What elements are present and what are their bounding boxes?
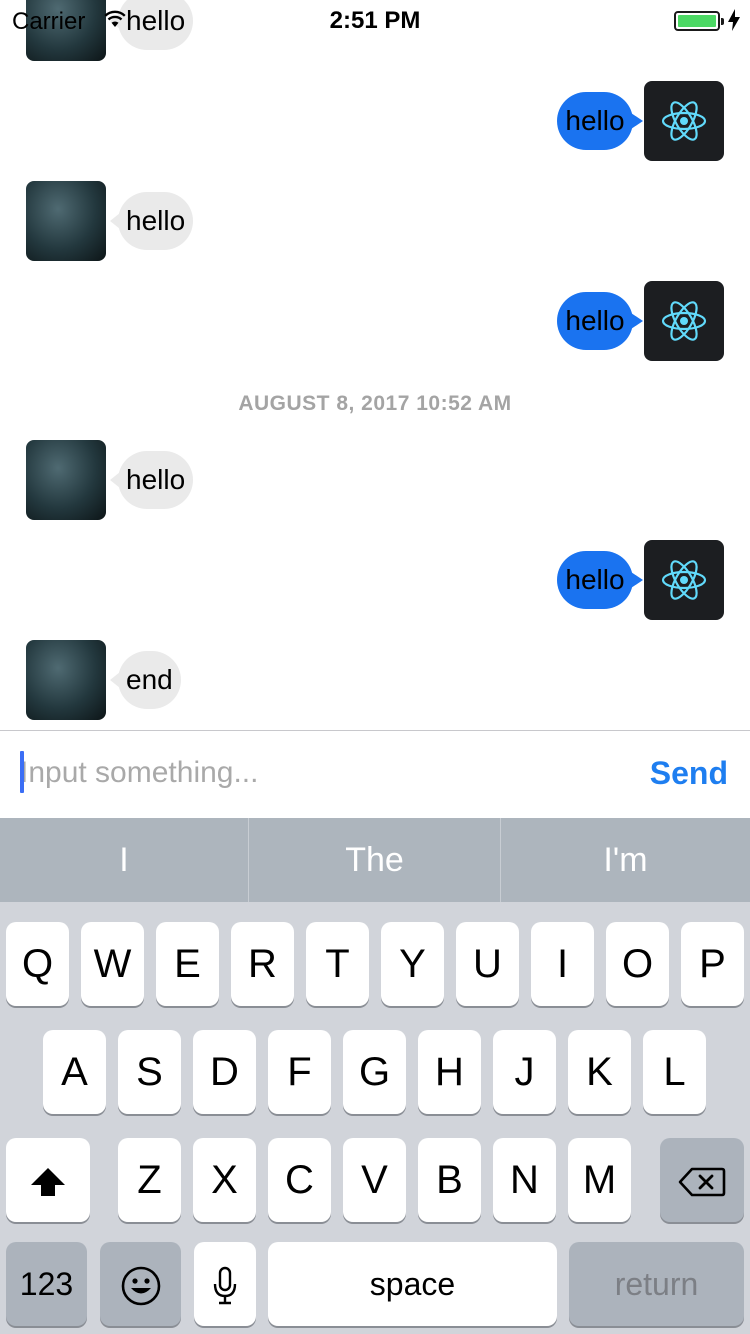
delete-key[interactable] <box>660 1138 744 1222</box>
key-z[interactable]: Z <box>118 1138 181 1222</box>
key-s[interactable]: S <box>118 1030 181 1114</box>
outgoing-message-bubble[interactable]: hello <box>557 551 643 609</box>
key-n[interactable]: N <box>493 1138 556 1222</box>
key-f[interactable]: F <box>268 1030 331 1114</box>
dictation-key[interactable] <box>194 1242 256 1326</box>
shift-key[interactable] <box>6 1138 90 1222</box>
key-h[interactable]: H <box>418 1030 481 1114</box>
key-d[interactable]: D <box>193 1030 256 1114</box>
key-l[interactable]: L <box>643 1030 706 1114</box>
outgoing-message-bubble[interactable]: hello <box>557 292 643 350</box>
key-b[interactable]: B <box>418 1138 481 1222</box>
delete-icon <box>678 1168 726 1197</box>
incoming-message-bubble[interactable]: hello <box>109 451 194 509</box>
key-k[interactable]: K <box>568 1030 631 1114</box>
key-r[interactable]: R <box>231 922 294 1006</box>
key-p[interactable]: P <box>681 922 744 1006</box>
microphone-icon <box>213 1267 237 1305</box>
message-timestamp: AUGUST 8, 2017 10:52 AM <box>238 392 512 415</box>
message-input[interactable] <box>20 747 620 799</box>
status-bar: Carrier 2:51 PM <box>0 0 750 40</box>
battery-icon <box>674 11 724 31</box>
key-g[interactable]: G <box>343 1030 406 1114</box>
prediction-suggestion[interactable]: I'm <box>501 818 750 902</box>
keyboard: I The I'm Q W E R T Y U I O P A S D F G … <box>0 818 750 1334</box>
key-w[interactable]: W <box>81 922 144 1006</box>
key-e[interactable]: E <box>156 922 219 1006</box>
incoming-message-bubble[interactable]: end <box>110 651 181 709</box>
key-q[interactable]: Q <box>6 922 69 1006</box>
shift-icon <box>31 1168 65 1197</box>
emoji-key[interactable] <box>100 1242 181 1326</box>
key-i[interactable]: I <box>531 922 594 1006</box>
key-v[interactable]: V <box>343 1138 406 1222</box>
predictive-text-bar: I The I'm <box>0 818 750 902</box>
chat-area[interactable]: hello hello hello hello AUGUST 8, 2017 1… <box>0 0 750 730</box>
react-logo-icon <box>661 560 707 600</box>
key-m[interactable]: M <box>568 1138 631 1222</box>
prediction-suggestion[interactable]: The <box>249 818 500 902</box>
key-y[interactable]: Y <box>381 922 444 1006</box>
charging-bolt-icon <box>728 9 740 31</box>
bot-avatar[interactable] <box>644 281 724 361</box>
space-key[interactable]: space <box>268 1242 557 1326</box>
key-x[interactable]: X <box>193 1138 256 1222</box>
emoji-icon <box>121 1267 160 1306</box>
outgoing-message-bubble[interactable]: hello <box>557 92 643 150</box>
react-logo-icon <box>661 301 707 341</box>
text-caret <box>20 751 24 793</box>
status-time: 2:51 PM <box>329 7 421 34</box>
key-o[interactable]: O <box>606 922 669 1006</box>
incoming-message-bubble[interactable]: hello <box>109 192 194 250</box>
send-button[interactable]: Send <box>650 755 728 792</box>
react-logo-icon <box>661 101 707 141</box>
key-c[interactable]: C <box>268 1138 331 1222</box>
numbers-key[interactable]: 123 <box>6 1242 87 1326</box>
key-u[interactable]: U <box>456 922 519 1006</box>
message-input-bar: Send <box>0 730 750 818</box>
key-a[interactable]: A <box>43 1030 106 1114</box>
bot-avatar[interactable] <box>644 81 724 161</box>
prediction-suggestion[interactable]: I <box>0 818 248 902</box>
bot-avatar[interactable] <box>644 540 724 620</box>
key-j[interactable]: J <box>493 1030 556 1114</box>
return-key[interactable]: return <box>569 1242 744 1326</box>
user-avatar[interactable] <box>26 640 106 720</box>
key-t[interactable]: T <box>306 922 369 1006</box>
user-avatar[interactable] <box>26 440 106 520</box>
user-avatar[interactable] <box>26 181 106 261</box>
